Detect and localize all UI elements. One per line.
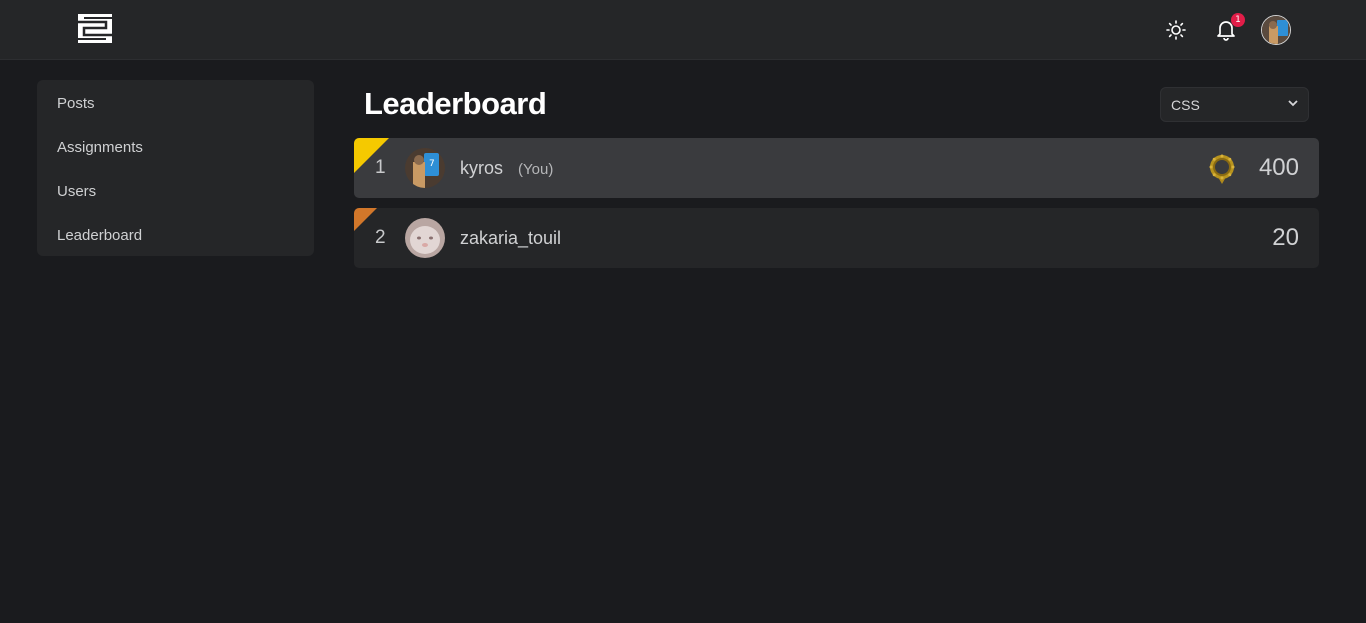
chevron-down-icon bbox=[1288, 99, 1298, 110]
you-label: (You) bbox=[518, 160, 554, 178]
page-title: Leaderboard bbox=[364, 86, 547, 121]
top-bar: 1 bbox=[0, 0, 1366, 60]
score: 400 bbox=[1258, 154, 1299, 181]
leaderboard-row[interactable]: 1 7 kyros (You) 400 bbox=[354, 138, 1319, 198]
notification-badge: 1 bbox=[1231, 13, 1245, 27]
rank-bronze-corner bbox=[354, 208, 377, 231]
sidebar-item-leaderboard[interactable]: Leaderboard bbox=[37, 214, 314, 258]
gold-medal-icon bbox=[1208, 153, 1236, 185]
username[interactable]: kyros (You) bbox=[460, 158, 553, 179]
username-text: kyros bbox=[460, 157, 504, 178]
score: 20 bbox=[1272, 224, 1299, 251]
username[interactable]: zakaria_touil bbox=[460, 228, 561, 249]
sun-icon[interactable] bbox=[1161, 15, 1191, 45]
rank-number: 2 bbox=[375, 227, 386, 248]
user-avatar-icon[interactable] bbox=[1261, 15, 1291, 45]
sidebar-item-assignments[interactable]: Assignments bbox=[37, 126, 314, 170]
svg-text:7: 7 bbox=[429, 159, 435, 169]
sidebar-item-posts[interactable]: Posts bbox=[37, 82, 314, 126]
avatar: 7 bbox=[405, 148, 445, 188]
sidebar: Posts Assignments Users Leaderboard bbox=[37, 80, 314, 256]
rank-number: 1 bbox=[375, 157, 386, 178]
language-select-value: CSS bbox=[1171, 96, 1200, 113]
language-select[interactable]: CSS bbox=[1160, 87, 1309, 122]
sidebar-item-users[interactable]: Users bbox=[37, 170, 314, 214]
avatar bbox=[405, 218, 445, 258]
leaderboard-row[interactable]: 2 zakaria_touil 20 bbox=[354, 208, 1319, 268]
app-logo-icon[interactable] bbox=[78, 14, 112, 43]
